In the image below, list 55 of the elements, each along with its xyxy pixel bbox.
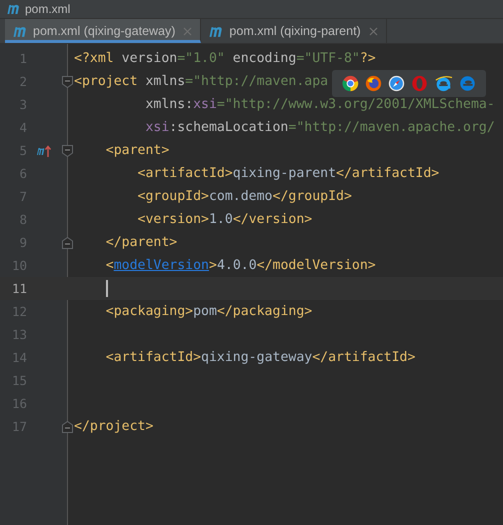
code-token: com.demo xyxy=(208,189,273,204)
code-token: </groupId> xyxy=(272,189,352,204)
fold-icon[interactable] xyxy=(62,420,73,432)
code-token: </project> xyxy=(74,419,154,434)
parent-override-icon[interactable] xyxy=(36,144,52,158)
breadcrumb-file[interactable]: pom.xml xyxy=(25,2,70,16)
fold-icon[interactable] xyxy=(62,236,73,248)
code-token: xsi xyxy=(193,97,217,112)
code-token: ="http://maven.apa xyxy=(185,74,328,89)
edge-icon[interactable] xyxy=(459,75,476,92)
code-token: encoding xyxy=(232,51,296,66)
code-token: > xyxy=(208,258,217,273)
code-token: ="http://maven.apache.org/ xyxy=(288,120,495,135)
maven-file-icon xyxy=(209,26,224,36)
code-token: <version> xyxy=(136,212,209,227)
code-token: <artifactId> xyxy=(104,350,202,365)
ie-icon[interactable] xyxy=(434,75,453,92)
code-token: ?> xyxy=(360,51,376,66)
editor-tab[interactable]: pom.xml (qixing-gateway) xyxy=(5,19,202,43)
code-token: <project xyxy=(74,74,139,89)
code-token: version xyxy=(122,51,178,66)
code-token: 1.0 xyxy=(208,212,233,227)
compass-icon[interactable] xyxy=(388,75,405,92)
code-token: < xyxy=(104,258,114,273)
code-token: <packaging> xyxy=(104,304,194,319)
maven-file-icon xyxy=(7,4,21,14)
code-token: </packaging> xyxy=(216,304,312,319)
code-token: ="UTF-8" xyxy=(296,51,360,66)
code-token: </version> xyxy=(232,212,312,227)
maven-file-icon xyxy=(13,26,28,36)
code-token: qixing-gateway xyxy=(201,350,312,365)
code-token: </modelVersion> xyxy=(256,258,376,273)
code-token: xmlns xyxy=(145,74,186,89)
fold-icon[interactable] xyxy=(62,144,73,156)
code-link[interactable]: modelVersion xyxy=(114,258,209,273)
code-token: xsi xyxy=(144,120,170,135)
editor-tab[interactable]: pom.xml (qixing-parent) xyxy=(201,19,387,43)
code-token: pom xyxy=(193,304,217,319)
code-token: ="1.0" xyxy=(177,51,226,66)
code-token: qixing-parent xyxy=(232,166,336,181)
line-number: 11 xyxy=(10,281,27,296)
code-token: <parent> xyxy=(104,143,170,158)
code-token: <artifactId> xyxy=(136,166,233,181)
code-token: <?xml xyxy=(74,51,115,66)
code-token: </artifactId> xyxy=(336,166,440,181)
code-token: ="http://www.w3.org/2001/XMLSchema- xyxy=(216,97,495,112)
code-token: </parent> xyxy=(104,235,178,250)
chrome-icon[interactable] xyxy=(342,75,359,92)
code-token: <groupId> xyxy=(136,189,209,204)
code-token: :schemaLocation xyxy=(169,120,288,135)
code-token: xmlns: xyxy=(144,97,194,112)
code-token: 4.0.0 xyxy=(216,258,257,273)
code-token: </artifactId> xyxy=(312,350,416,365)
firefox-icon[interactable] xyxy=(365,75,382,92)
fold-icon[interactable] xyxy=(62,76,73,88)
